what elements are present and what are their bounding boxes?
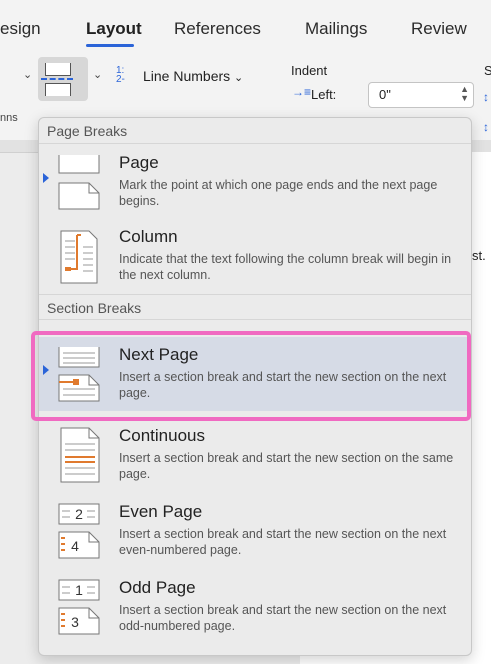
even-top-number: 2 xyxy=(75,506,83,522)
menu-item-description: Indicate that the text following the col… xyxy=(119,252,452,282)
tab-references[interactable]: References xyxy=(174,19,261,39)
indent-left-label: Left: xyxy=(311,87,337,102)
menu-item-title: Column xyxy=(119,227,178,246)
breaks-button[interactable] xyxy=(38,57,88,101)
section-breaks-header: Section Breaks xyxy=(39,294,471,320)
pointer-icon xyxy=(43,173,49,183)
breaks-menu: Page Breaks Page Mark the point at which… xyxy=(38,117,472,656)
menu-item-title: Even Page xyxy=(119,502,203,521)
tab-design[interactable]: esign xyxy=(0,19,41,39)
menu-item-next-page[interactable]: Next Page Insert a section break and sta… xyxy=(39,337,471,411)
line-numbers-button[interactable]: Line Numbers ⌄ xyxy=(143,68,243,84)
indent-label: Indent xyxy=(291,63,328,78)
chevron-down-icon[interactable]: ⌄ xyxy=(23,68,32,81)
indent-left-stepper[interactable]: ▲ ▼ xyxy=(460,85,469,103)
menu-item-description: Insert a section break and start the new… xyxy=(119,603,447,633)
menu-item-description: Insert a section break and start the new… xyxy=(119,451,454,481)
even-bottom-number: 4 xyxy=(71,538,79,554)
line-numbers-label: Line Numbers xyxy=(143,68,231,84)
columns-label-fragment: nns xyxy=(0,112,18,124)
odd-top-number: 1 xyxy=(75,582,83,598)
menu-item-continuous[interactable]: Continuous Insert a section break and st… xyxy=(39,418,471,492)
menu-item-column[interactable]: Column Indicate that the text following … xyxy=(39,219,471,293)
tab-layout[interactable]: Layout xyxy=(86,19,142,39)
indent-left-value: 0" xyxy=(379,87,391,102)
menu-item-description: Insert a section break and start the new… xyxy=(119,527,447,557)
menu-item-title: Odd Page xyxy=(119,578,196,597)
line-numbers-icon: 1: 2- xyxy=(116,65,125,85)
document-text-fragment: st. xyxy=(472,248,486,263)
breaks-chevron-down-icon[interactable]: ⌄ xyxy=(93,68,102,81)
spacing-before-icon: ↕ xyxy=(483,90,489,104)
menu-item-page[interactable]: Page Mark the point at which one page en… xyxy=(39,145,471,219)
page-breaks-header: Page Breaks xyxy=(39,118,471,144)
even-page-icon: 2 4 xyxy=(58,503,100,559)
next-page-icon xyxy=(58,347,100,402)
menu-item-description: Insert a section break and start the new… xyxy=(119,370,447,400)
column-break-icon xyxy=(60,230,98,284)
line-numbers-chevron-down-icon: ⌄ xyxy=(234,72,244,84)
tab-review[interactable]: Review xyxy=(411,19,467,39)
odd-page-icon: 1 3 xyxy=(58,579,100,635)
page-break-icon xyxy=(58,155,100,210)
indent-left-input[interactable]: 0" ▲ ▼ xyxy=(368,82,474,108)
tab-mailings[interactable]: Mailings xyxy=(305,19,367,39)
spacing-label-fragment: S xyxy=(484,63,491,78)
indent-left-icon: →≡ xyxy=(292,85,312,99)
ribbon-tabs: esign Layout References Mailings Review xyxy=(0,0,491,51)
odd-bottom-number: 3 xyxy=(71,614,79,630)
menu-item-title: Page xyxy=(119,153,159,172)
menu-item-description: Mark the point at which one page ends an… xyxy=(119,178,438,208)
pointer-icon xyxy=(43,365,49,375)
menu-item-title: Continuous xyxy=(119,426,206,445)
continuous-icon xyxy=(60,427,100,483)
menu-item-title: Next Page xyxy=(119,345,199,364)
menu-item-odd-page[interactable]: 1 3 Odd Page Insert a section break and … xyxy=(39,570,471,644)
spacing-after-icon: ↕ xyxy=(483,120,489,134)
menu-item-even-page[interactable]: 2 4 Even Page Insert a section break and… xyxy=(39,494,471,568)
active-tab-indicator xyxy=(86,44,134,47)
